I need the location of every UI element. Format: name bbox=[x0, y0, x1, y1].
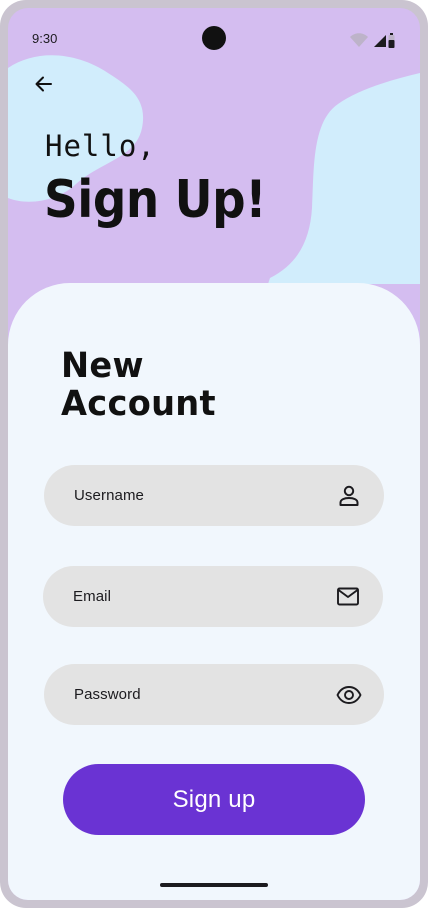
form-title: New Account bbox=[61, 347, 216, 423]
device-frame: 9:30 Hello, Sign Up! New Account Usernam… bbox=[0, 0, 428, 908]
person-icon bbox=[339, 485, 359, 506]
cellular-signal-icon bbox=[374, 35, 386, 47]
status-icons bbox=[350, 33, 395, 48]
home-indicator[interactable] bbox=[160, 883, 268, 887]
mail-icon bbox=[337, 587, 359, 606]
password-field[interactable]: Password bbox=[44, 664, 384, 725]
right-blob bbox=[268, 73, 420, 284]
battery-icon bbox=[388, 33, 395, 48]
eye-icon[interactable] bbox=[336, 682, 362, 708]
signup-button[interactable]: Sign up bbox=[63, 764, 365, 835]
greeting-text: Hello, bbox=[45, 129, 156, 163]
form-title-line-1: New bbox=[61, 346, 144, 386]
arrow-back-icon bbox=[35, 76, 52, 92]
email-placeholder: Email bbox=[73, 588, 112, 605]
back-button[interactable] bbox=[28, 68, 60, 100]
username-placeholder: Username bbox=[74, 487, 144, 504]
wifi-icon bbox=[350, 33, 368, 47]
username-field[interactable]: Username bbox=[44, 465, 384, 526]
email-field[interactable]: Email bbox=[43, 566, 383, 627]
app-screen: 9:30 Hello, Sign Up! New Account Usernam… bbox=[8, 8, 420, 900]
page-title: Sign Up! bbox=[44, 170, 267, 230]
form-title-line-2: Account bbox=[61, 384, 216, 424]
status-time: 9:30 bbox=[32, 31, 58, 46]
camera-cutout bbox=[202, 26, 226, 50]
password-placeholder: Password bbox=[74, 686, 141, 703]
status-bar: 9:30 bbox=[8, 8, 420, 56]
